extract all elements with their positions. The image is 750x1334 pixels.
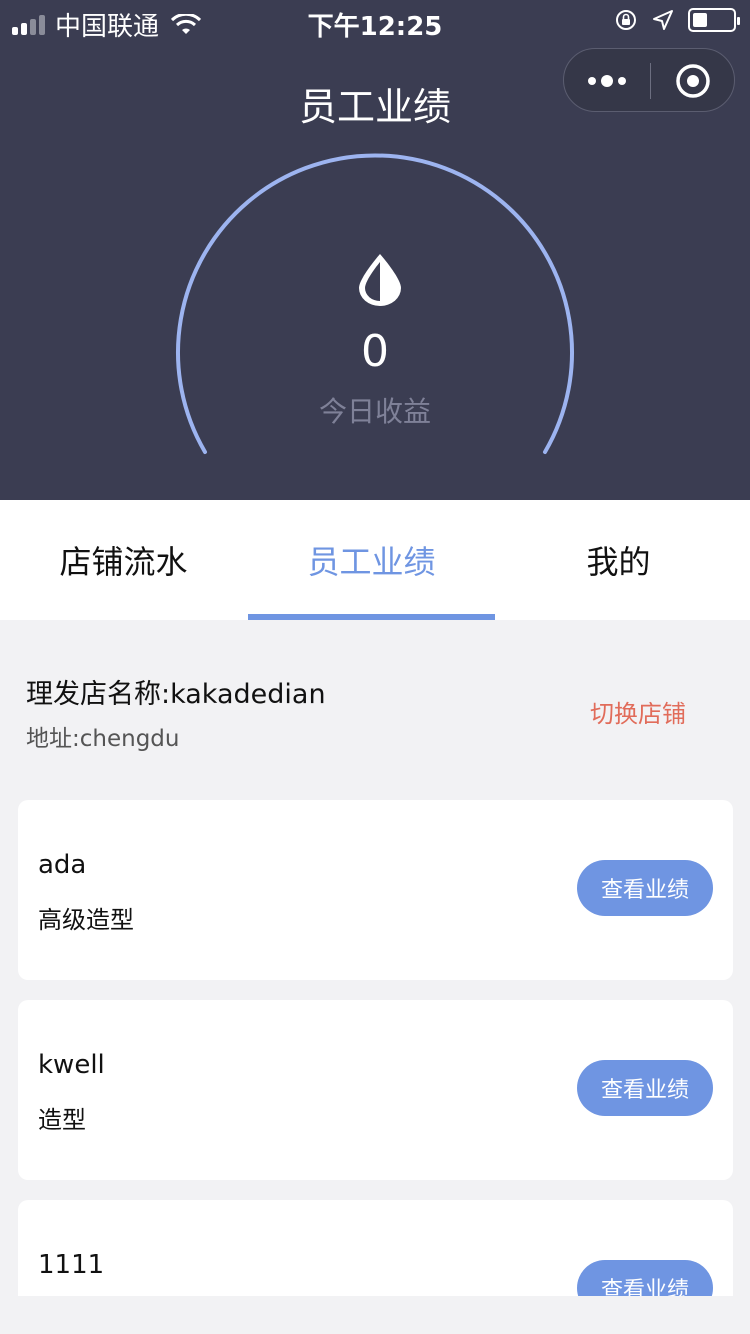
rotation-lock-icon	[616, 10, 636, 30]
employee-name: 1111	[38, 1250, 105, 1280]
status-right	[614, 8, 740, 32]
employee-name: ada	[38, 850, 87, 880]
employee-name: kwell	[38, 1050, 105, 1080]
employee-card: kwell 造型 查看业绩	[18, 1000, 733, 1180]
tab-staff-performance[interactable]: 员工业绩	[248, 500, 495, 620]
header: 中国联通 下午12:25 员工业绩 0 今日收益	[0, 0, 750, 500]
employee-role: 造型	[38, 1106, 86, 1134]
switch-store-link[interactable]: 切换店铺	[590, 694, 686, 729]
view-performance-button[interactable]: 查看业绩	[577, 860, 713, 916]
today-earnings-label: 今日收益	[318, 395, 431, 428]
page-title: 员工业绩	[298, 85, 451, 129]
active-tab-indicator	[248, 614, 495, 620]
battery-icon	[688, 8, 740, 32]
bottom-safe-area	[0, 1296, 750, 1334]
view-performance-button[interactable]: 查看业绩	[577, 1060, 713, 1116]
today-earnings-value: 0	[361, 326, 389, 377]
tab-store-flow[interactable]: 店铺流水	[0, 500, 247, 620]
employee-card: ada 高级造型 查看业绩	[18, 800, 733, 980]
tab-mine[interactable]: 我的	[495, 500, 742, 620]
employee-role: 高级造型	[38, 906, 134, 934]
location-arrow-icon	[653, 10, 673, 30]
water-drop-icon	[359, 254, 401, 306]
tab-bar: 店铺流水 员工业绩 我的	[0, 500, 750, 620]
status-bar: 中国联通 下午12:25	[0, 0, 750, 42]
